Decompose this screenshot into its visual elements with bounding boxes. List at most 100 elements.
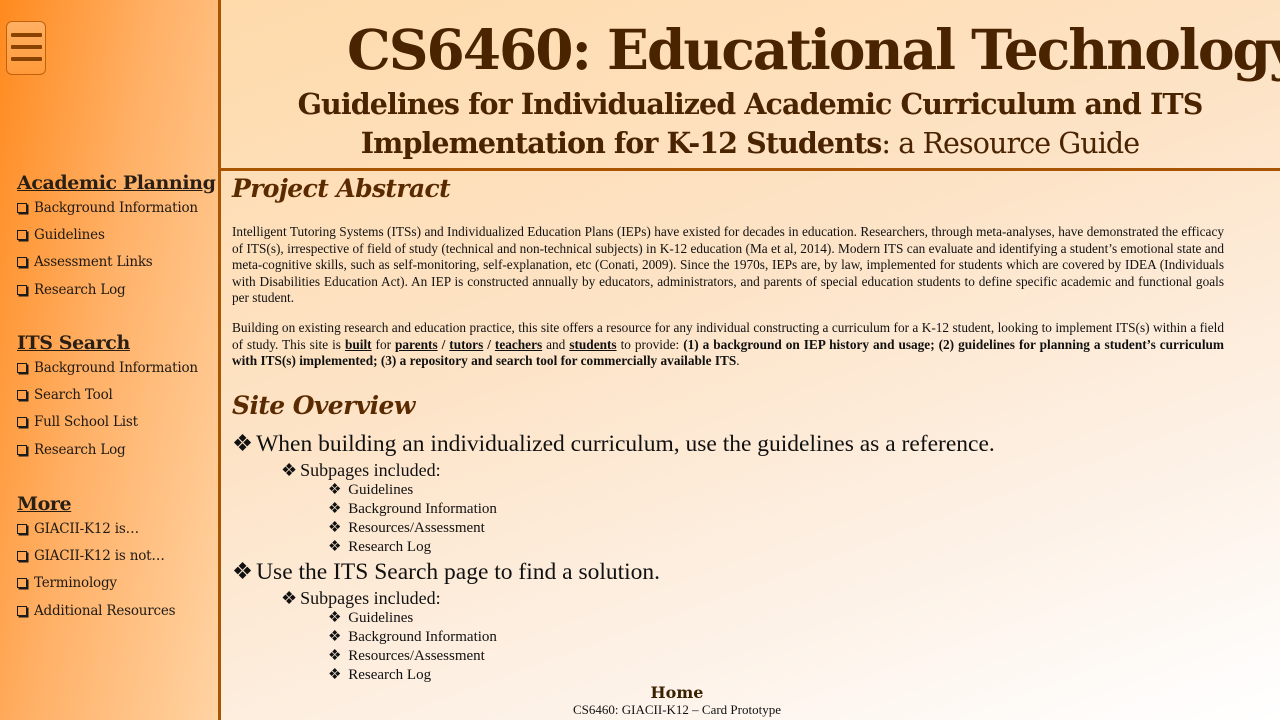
sidebar-section-academic-planning: Academic Planning Background Information… [17,172,217,303]
sidebar-item-label: Terminology [34,575,117,592]
checkbox-icon [17,229,27,240]
hamburger-menu-button[interactable] [6,21,46,75]
sidebar-item-giacii-is-not[interactable]: GIACII-K12 is not… [17,542,217,569]
checkbox-icon [17,417,27,428]
sidebar-item-background-information[interactable]: Background Information [17,354,217,381]
subtitle-tagline: : a Resource Guide [881,127,1140,160]
sidebar-item-assessment-links[interactable]: Assessment Links [17,249,217,276]
page-subtitle: Guidelines for Individualized Academic C… [240,85,1260,163]
sidebar-item-giacii-is[interactable]: GIACII-K12 is… [17,515,217,542]
p2-slash: / [483,336,495,352]
menu-icon [11,57,42,61]
menu-icon [11,45,42,49]
sidebar-item-label: Background Information [34,359,198,376]
home-link[interactable]: Home [577,683,777,702]
list-item: ❖ Resources/Assessment [328,647,485,666]
link-students[interactable]: students [569,337,616,352]
list-item: ❖ Guidelines [328,609,413,628]
sidebar-item-additional-resources[interactable]: Additional Resources [17,597,217,624]
overview-subpages-label: ❖ Subpages included: [281,459,441,481]
p2-end: . [736,353,740,369]
sidebar-item-label: Research Log [34,281,126,298]
link-teachers[interactable]: teachers [495,337,542,352]
diamond-bullet-icon: ❖ [328,610,342,626]
sidebar-item-research-log[interactable]: Research Log [17,436,217,463]
list-item: ❖ Research Log [328,666,431,685]
list-item-label: Research Log [348,539,432,555]
diamond-bullet-icon: ❖ [328,482,342,498]
link-parents[interactable]: parents [395,337,438,352]
abstract-paragraph-1: Intelligent Tutoring Systems (ITSs) and … [232,224,1224,306]
diamond-bullet-icon: ❖ [328,629,342,645]
diamond-bullet-icon: ❖ [232,559,254,585]
subpages-label: Subpages included: [300,460,441,480]
list-item: ❖ Background Information [328,628,497,647]
sidebar-item-label: GIACII-K12 is… [34,520,139,537]
overview-text: Use the ITS Search page to find a soluti… [256,559,661,585]
sidebar-item-label: GIACII-K12 is not… [34,547,165,564]
diamond-bullet-icon: ❖ [328,501,342,517]
sidebar-heading-its-search[interactable]: ITS Search [17,332,217,354]
list-item: ❖ Resources/Assessment [328,519,485,538]
checkbox-icon [17,523,27,534]
sidebar-item-research-log[interactable]: Research Log [17,276,217,303]
sidebar-item-background-information[interactable]: Background Information [17,194,217,221]
sidebar-item-label: Search Tool [34,386,113,403]
link-tutors[interactable]: tutors [449,337,483,352]
menu-icon [11,33,42,37]
checkbox-icon [17,362,27,373]
sidebar-item-label: Background Information [34,199,198,216]
checkbox-icon [17,284,27,295]
p2-slash: / [437,336,450,352]
checkbox-icon [17,257,27,268]
abstract-heading: Project Abstract [232,174,451,203]
list-item: ❖ Background Information [328,500,497,519]
abstract-paragraph-2: Building on existing research and educat… [232,320,1224,370]
list-item-label: Background Information [348,501,497,517]
list-item-label: Guidelines [348,482,414,498]
list-item: ❖ Research Log [328,538,431,557]
subpages-label: Subpages included: [300,588,441,608]
sidebar-item-label: Additional Resources [34,602,176,619]
list-item-label: Resources/Assessment [348,520,485,536]
overview-heading: Site Overview [232,391,415,420]
checkbox-icon [17,202,27,213]
sidebar-item-full-school-list[interactable]: Full School List [17,409,217,436]
sidebar-item-label: Assessment Links [34,254,153,271]
sidebar-item-terminology[interactable]: Terminology [17,570,217,597]
overview-item-its-search: ❖ Use the ITS Search page to find a solut… [232,558,660,586]
sidebar-section-more: More GIACII-K12 is… GIACII-K12 is not… T… [17,493,217,624]
sidebar-item-label: Guidelines [34,226,105,243]
overview-text: When building an individualized curricul… [256,431,995,457]
list-item-label: Guidelines [348,610,414,626]
sidebar-item-label: Research Log [34,441,126,458]
diamond-bullet-icon: ❖ [281,588,298,608]
p2-for: for [371,336,396,352]
list-item-label: Research Log [348,667,432,683]
diamond-bullet-icon: ❖ [328,520,342,536]
checkbox-icon [17,389,27,400]
sidebar-heading-academic-planning[interactable]: Academic Planning [17,172,217,194]
page-title: CS6460: Educational Technology [347,17,1280,82]
overview-item-guidelines: ❖ When building an individualized curricu… [232,430,995,458]
sidebar-section-its-search: ITS Search Background Information Search… [17,332,217,463]
checkbox-icon [17,605,27,616]
p2-provide: to provide: [616,336,684,352]
header-divider [221,168,1280,171]
sidebar-item-search-tool[interactable]: Search Tool [17,381,217,408]
checkbox-icon [17,578,27,589]
diamond-bullet-icon: ❖ [328,648,342,664]
list-item-label: Background Information [348,629,497,645]
vertical-divider [218,0,221,720]
sidebar-heading-more[interactable]: More [17,493,217,515]
diamond-bullet-icon: ❖ [281,460,298,480]
diamond-bullet-icon: ❖ [232,431,254,457]
diamond-bullet-icon: ❖ [328,667,342,683]
p2-and: and [542,336,570,352]
checkbox-icon [17,444,27,455]
link-built[interactable]: built [345,337,372,352]
sidebar-item-guidelines[interactable]: Guidelines [17,221,217,248]
list-item-label: Resources/Assessment [348,648,485,664]
sidebar-item-label: Full School List [34,414,138,431]
list-item: ❖ Guidelines [328,481,413,500]
